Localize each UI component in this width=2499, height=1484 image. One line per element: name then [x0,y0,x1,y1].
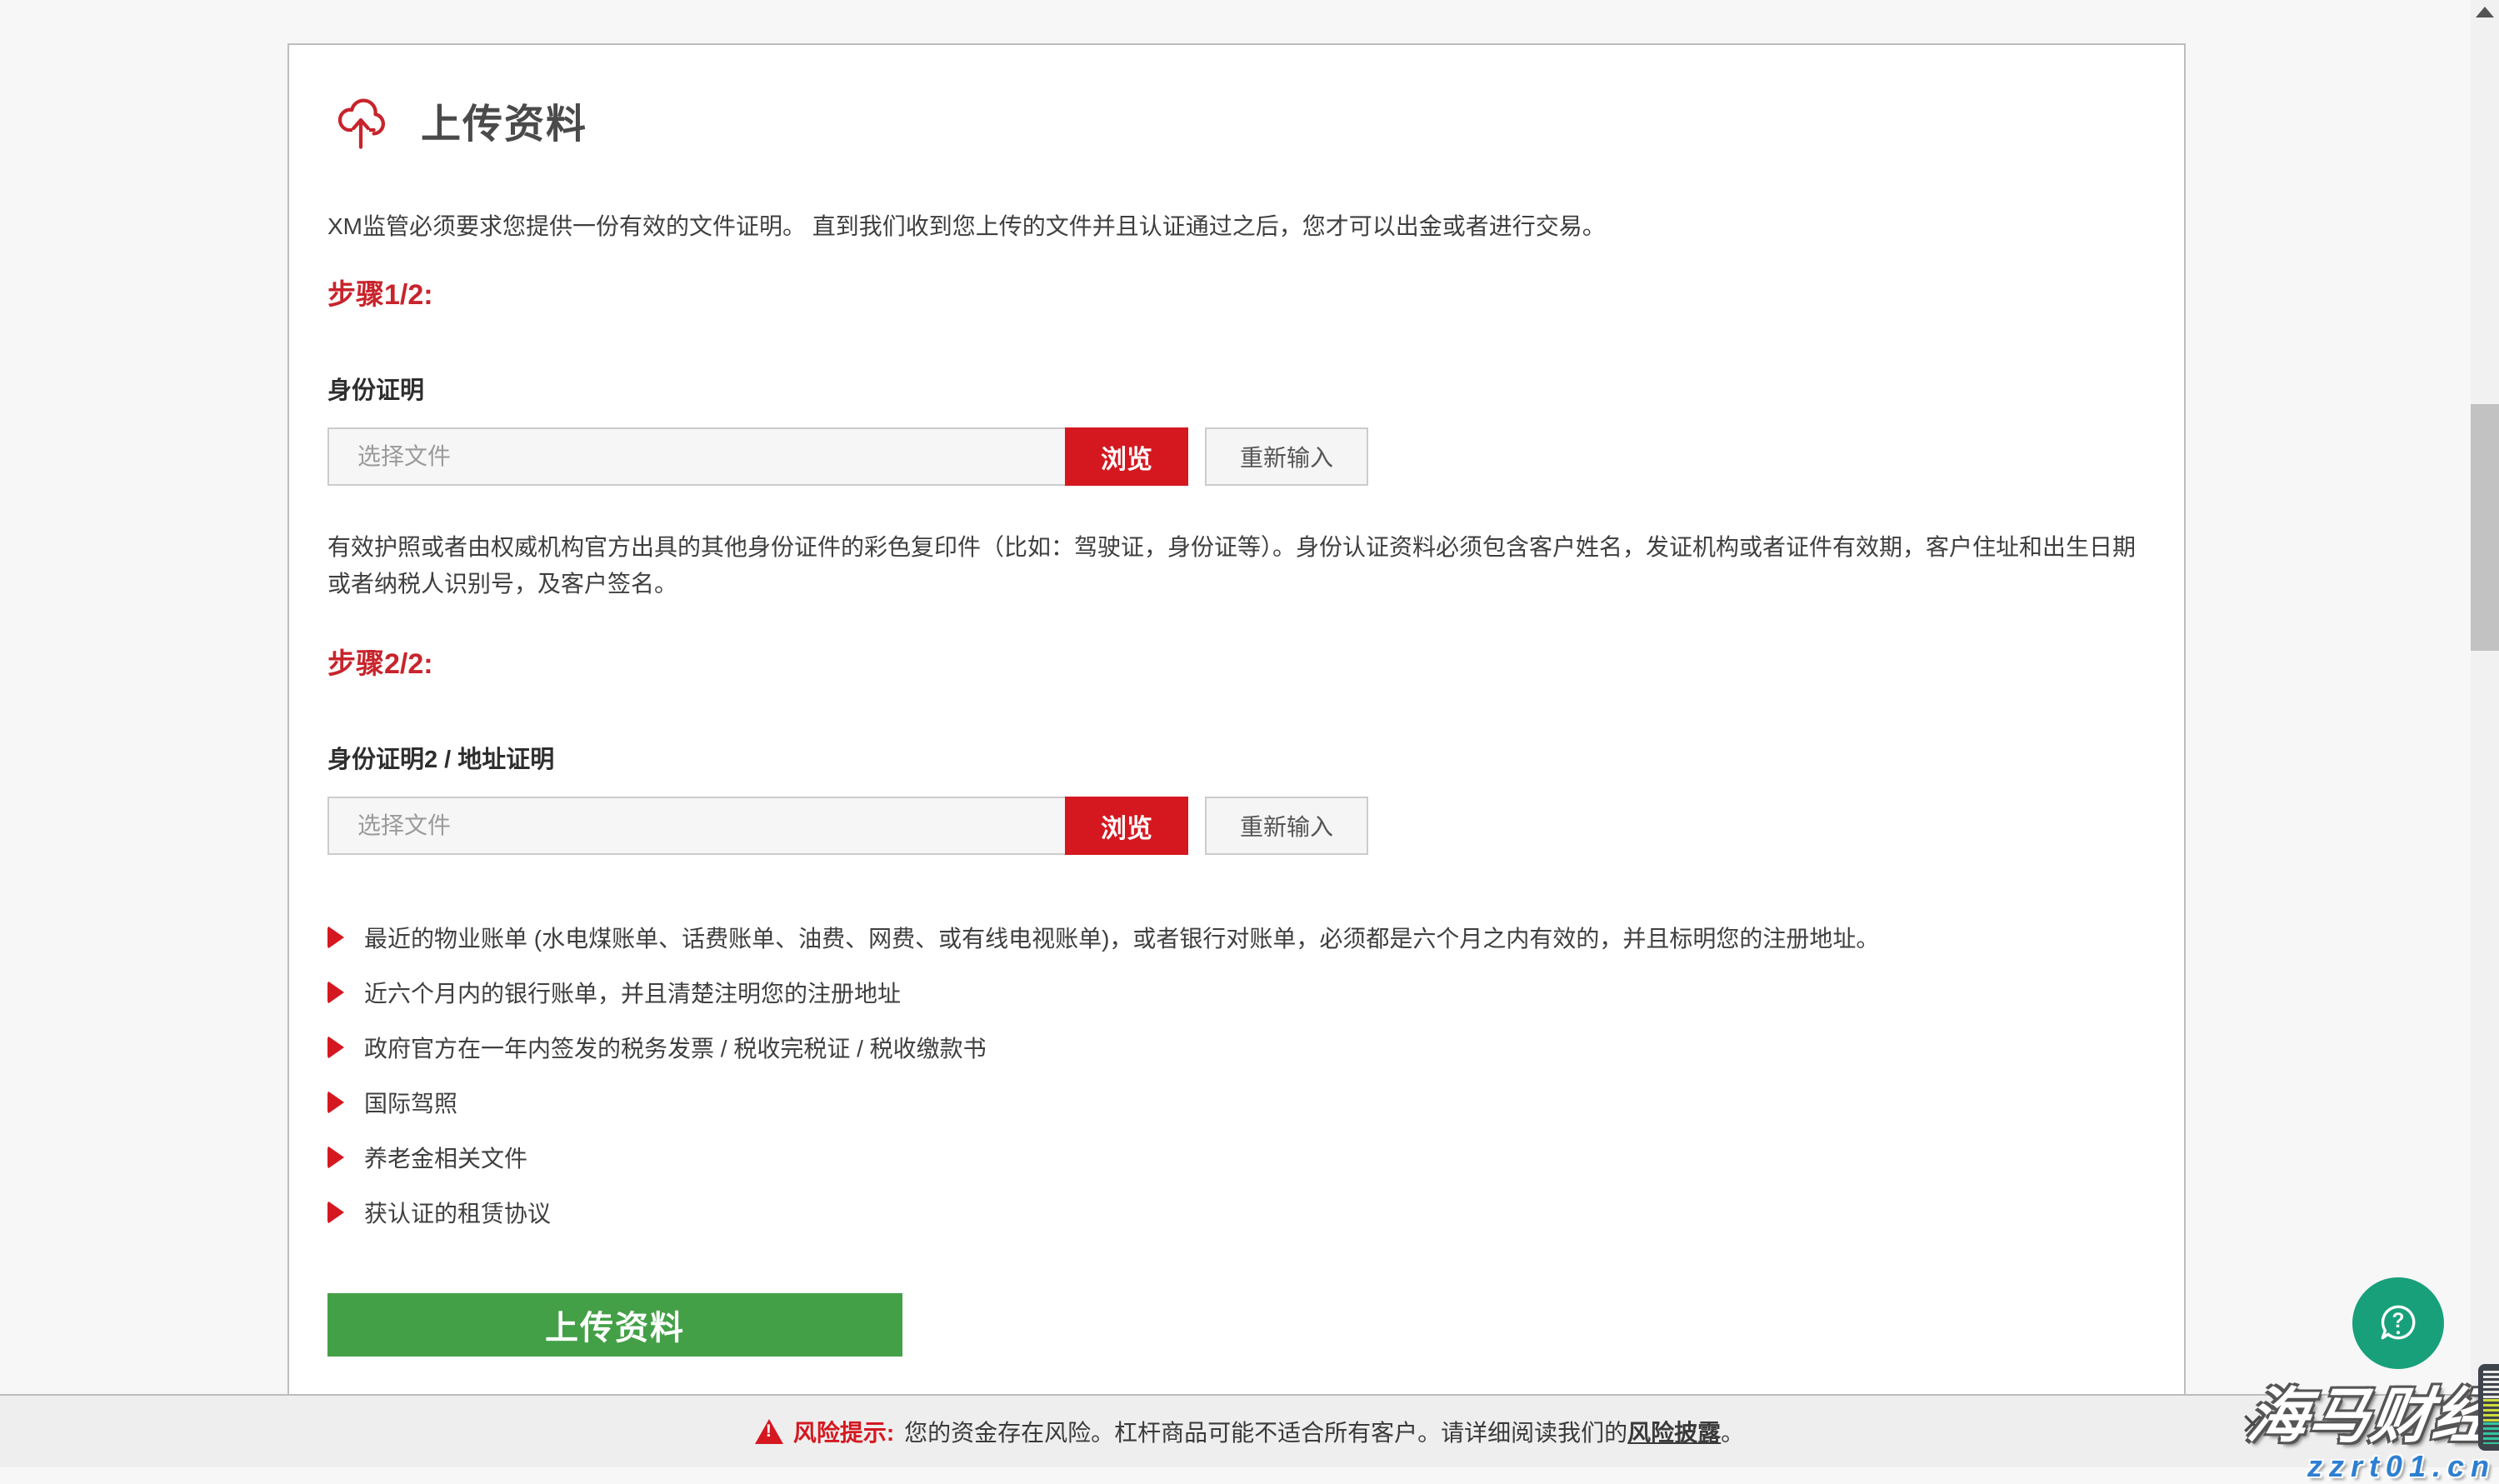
risk-warning-bar: 风险提示: 您的资金存在风险。杠杆商品可能不适合所有客户。请详细阅读我们的风险披… [0,1394,2499,1467]
scroll-up-arrow-icon[interactable] [2476,7,2494,17]
intro-text: XM监管必须要求您提供一份有效的文件证明。 直到我们收到您上传的文件并且认证通过… [327,208,2146,242]
upload-card: 上传资料 XM监管必须要求您提供一份有效的文件证明。 直到我们收到您上传的文件并… [287,43,2186,1410]
help-chat-button[interactable]: ? [2352,1277,2444,1369]
arrow-bullet-icon [327,1146,344,1169]
address-reset-button[interactable]: 重新输入 [1205,797,1368,855]
address-upload-row: 浏览 重新输入 [327,797,2146,855]
identity-proof-label: 身份证明 [327,371,2146,406]
vertical-scrollbar[interactable] [2471,0,2499,1467]
identity-browse-button[interactable]: 浏览 [1065,427,1188,486]
svg-text:?: ? [2392,1309,2405,1332]
scrollbar-thumb[interactable] [2471,404,2499,651]
list-item: 国际驾照 [327,1090,2146,1115]
accepted-documents-list: 最近的物业账单 (水电煤账单、话费账单、油费、网费、或有线电视账单)，或者银行对… [327,925,2146,1225]
list-item: 最近的物业账单 (水电煤账单、话费账单、油费、网费、或有线电视账单)，或者银行对… [327,925,2146,950]
arrow-bullet-icon [327,926,344,949]
risk-label: 风险提示: [793,1415,894,1448]
edge-widget-icon[interactable] [2478,1364,2499,1451]
list-item: 养老金相关文件 [327,1145,2146,1170]
cloud-upload-icon [327,87,394,153]
list-item: 获认证的租赁协议 [327,1200,2146,1225]
step-2-heading: 步骤2/2: [327,641,2146,682]
arrow-bullet-icon [327,1036,344,1059]
address-file-input[interactable] [327,797,1065,855]
close-icon[interactable]: × [2242,1404,2264,1442]
upload-submit-button[interactable]: 上传资料 [327,1293,902,1357]
list-item: 政府官方在一年内签发的税务发票 / 税收完税证 / 税收缴款书 [327,1035,2146,1060]
list-item: 近六个月内的银行账单，并且清楚注明您的注册地址 [327,980,2146,1005]
question-speech-bubble-icon: ? [2372,1297,2424,1351]
alert-triangle-icon [755,1419,783,1444]
file-group: 浏览 [327,427,1188,486]
risk-text: 您的资金存在风险。杠杆商品可能不适合所有客户。请详细阅读我们的风险披露。 [904,1415,1744,1448]
arrow-bullet-icon [327,1201,344,1224]
arrow-bullet-icon [327,981,344,1004]
file-group: 浏览 [327,797,1188,855]
identity-upload-row: 浏览 重新输入 [327,427,2146,486]
identity-proof-description: 有效护照或者由权威机构官方出具的其他身份证件的彩色复印件（比如：驾驶证，身份证等… [327,529,2144,602]
risk-disclosure-link[interactable]: 风险披露 [1627,1420,1721,1446]
identity-reset-button[interactable]: 重新输入 [1205,427,1368,486]
identity-file-input[interactable] [327,427,1065,486]
address-proof-label: 身份证明2 / 地址证明 [327,740,2146,775]
step-1-heading: 步骤1/2: [327,272,2146,312]
risk-warning-content: 风险提示: 您的资金存在风险。杠杆商品可能不适合所有客户。请详细阅读我们的风险披… [755,1415,1744,1448]
page-title: 上传资料 [421,91,587,149]
address-browse-button[interactable]: 浏览 [1065,797,1188,855]
card-header: 上传资料 [327,87,2146,153]
arrow-bullet-icon [327,1091,344,1114]
